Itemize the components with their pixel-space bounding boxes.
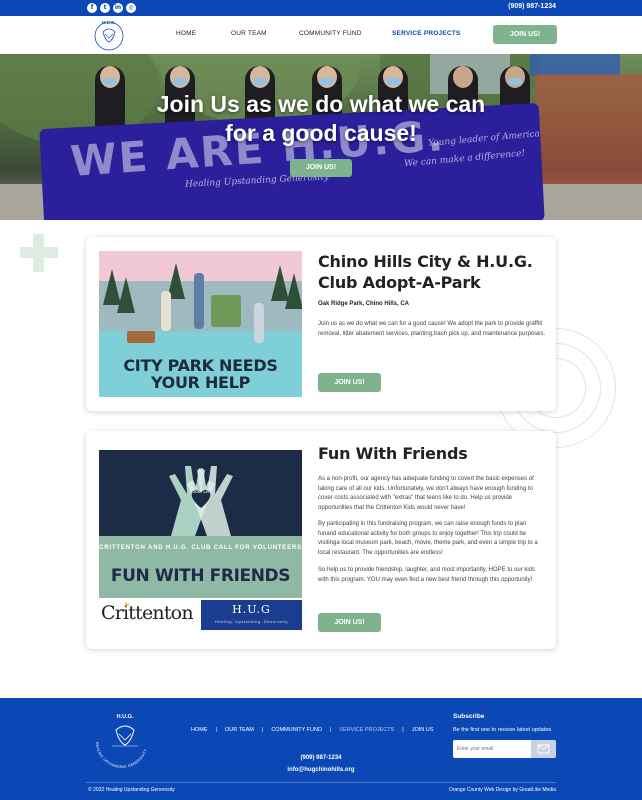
fun-with-friends-image: Join Us CRITTENTON AND H.U.G. CLUB CALL …	[99, 450, 302, 630]
subscribe-text: Be the first one to receive latest updat…	[453, 727, 553, 733]
nav-join-button[interactable]: JOIN US!	[493, 25, 557, 44]
hero-title-line2: for a good cause!	[225, 120, 417, 146]
nav-home[interactable]: HOME	[176, 30, 196, 37]
footer-email[interactable]: info@hugchinohills.org	[0, 767, 642, 773]
footer-divider	[86, 782, 556, 783]
footer-nav-join-us[interactable]: JOIN US	[412, 727, 434, 733]
star-icon: ✳	[123, 600, 131, 610]
project-card-fun-with-friends: Join Us CRITTENTON AND H.U.G. CLUB CALL …	[86, 431, 556, 649]
footer-nav-separator: |	[329, 727, 332, 733]
footer-nav-separator: |	[215, 727, 217, 733]
footer-nav-service-projects[interactable]: SERVICE PROJECTS	[339, 727, 394, 733]
footer-nav: HOME | OUR TEAM | COMMUNITY FUND | SERVI…	[191, 727, 433, 733]
hero-section: WE ARE H.U.G. Healing Upstanding Generos…	[0, 54, 642, 220]
project-paragraph-1: As a non-profit, our agency has adequate…	[318, 476, 534, 511]
facebook-icon[interactable]: f	[87, 3, 97, 13]
instagram-icon[interactable]: ◎	[126, 3, 136, 13]
city-park-image: CITY PARK NEEDS YOUR HELP	[99, 251, 302, 397]
footer-credit[interactable]: Orange County Web Design by GreatLike Me…	[449, 787, 556, 793]
project-description: Join us as we do what we can for a good …	[318, 321, 546, 337]
playground-roof	[530, 54, 620, 76]
footer-nav-separator: |	[261, 727, 264, 733]
envelope-icon	[537, 744, 550, 754]
footer-nav-home[interactable]: HOME	[191, 727, 208, 733]
top-bar: f t in ◎ (909) 987-1234	[0, 0, 642, 16]
hero-title: Join Us as we do what we can for a good …	[0, 90, 642, 148]
top-phone[interactable]: (909) 987-1234	[508, 3, 556, 10]
nav-our-team[interactable]: OUR TEAM	[231, 30, 267, 37]
nav-service-projects[interactable]: SERVICE PROJECTS	[392, 30, 460, 37]
twitter-icon[interactable]: t	[100, 3, 110, 13]
hero-title-line1: Join Us as we do what we can	[156, 91, 486, 117]
project-join-button[interactable]: JOIN US!	[318, 373, 381, 392]
hands-heart-icon	[169, 466, 233, 536]
main-nav: H.U.G. HOME OUR TEAM COMMUNITY FUND SERV…	[0, 16, 642, 54]
footer-logo[interactable]: H.U.G. HEALING UPSTANDING GENEROSITY	[86, 710, 164, 772]
footer-nav-our-team[interactable]: OUR TEAM	[225, 727, 254, 733]
logo-text: H.U.G.	[102, 20, 116, 25]
project-paragraph-3: So help us to provide friendship, laught…	[318, 567, 536, 583]
subscribe-email-input[interactable]	[453, 740, 531, 758]
project-location: Oak Ridge Park, Chino Hills, CA	[318, 301, 410, 307]
social-links: f t in ◎	[87, 3, 136, 13]
subscribe-send-button[interactable]	[531, 740, 556, 758]
city-park-caption: CITY PARK NEEDS YOUR HELP	[123, 356, 278, 392]
footer: H.U.G. HEALING UPSTANDING GENEROSITY HOM…	[0, 698, 642, 800]
footer-nav-community-fund[interactable]: COMMUNITY FUND	[271, 727, 322, 733]
nav-community-fund[interactable]: COMMUNITY FUND	[299, 30, 362, 37]
plus-decoration	[20, 234, 58, 272]
project-title: Fun With Friends	[318, 444, 468, 463]
linkedin-icon[interactable]: in	[113, 3, 123, 13]
hug-logo[interactable]: H.U.G.	[87, 18, 131, 52]
hug-logo-tag: Healing. Upstanding. Generosity	[214, 619, 289, 624]
project-join-button[interactable]: JOIN US!	[318, 613, 381, 632]
footer-copyright: © 2022 Healing Upstanding Generosity	[88, 787, 175, 793]
project-card-adopt-a-park: CITY PARK NEEDS YOUR HELP Chino Hills Ci…	[86, 237, 556, 411]
hug-logo-name: H.U.G	[232, 603, 271, 616]
crittenton-logo: Crittenton	[101, 602, 194, 624]
volunteer-call-text: CRITTENTON AND H.U.G. CLUB CALL FOR VOLU…	[99, 545, 302, 551]
project-paragraph-2: By participating in this fundraising pro…	[318, 521, 538, 556]
footer-logo-text: H.U.G.	[117, 714, 134, 720]
footer-nav-separator: |	[402, 727, 404, 733]
project-title: Chino Hills City & H.U.G. Club Adopt-A-P…	[318, 252, 533, 292]
fun-with-friends-caption: FUN WITH FRIENDS	[110, 566, 291, 586]
hero-join-button[interactable]: JOIN US!	[290, 159, 352, 177]
subscribe-title: Subscribe	[453, 713, 485, 720]
heart-label: Join Us	[192, 489, 210, 495]
